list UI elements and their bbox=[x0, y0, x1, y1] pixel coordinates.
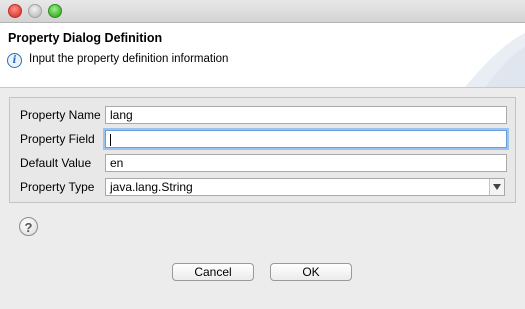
dialog-title: Property Dialog Definition bbox=[8, 31, 163, 45]
property-name-label: Property Name bbox=[20, 108, 101, 122]
dropdown-button[interactable] bbox=[489, 179, 504, 195]
ok-button[interactable]: OK bbox=[270, 263, 352, 281]
default-value-label: Default Value bbox=[20, 156, 92, 170]
header-banner-graphic bbox=[465, 33, 525, 87]
close-window-button[interactable] bbox=[8, 4, 22, 18]
chevron-down-icon bbox=[493, 184, 501, 190]
text-caret bbox=[110, 133, 111, 146]
dialog-window: Property Dialog Definition i Input the p… bbox=[0, 0, 525, 309]
cancel-button[interactable]: Cancel bbox=[172, 263, 254, 281]
property-name-input[interactable]: lang bbox=[105, 106, 507, 124]
minimize-window-button[interactable] bbox=[28, 4, 42, 18]
property-field-label: Property Field bbox=[20, 132, 95, 146]
property-type-label: Property Type bbox=[20, 180, 95, 194]
maximize-window-button[interactable] bbox=[48, 4, 62, 18]
info-icon: i bbox=[7, 53, 22, 68]
property-type-select[interactable]: java.lang.String bbox=[105, 178, 505, 196]
property-field-input[interactable] bbox=[105, 130, 507, 148]
property-form-group: Property Name lang Property Field Defaul… bbox=[9, 97, 516, 203]
property-type-value: java.lang.String bbox=[110, 180, 193, 194]
dialog-message: Input the property definition informatio… bbox=[29, 53, 229, 65]
dialog-header: Property Dialog Definition i Input the p… bbox=[0, 23, 525, 88]
help-icon[interactable]: ? bbox=[19, 217, 38, 236]
title-bar bbox=[0, 0, 525, 23]
default-value-input[interactable]: en bbox=[105, 154, 507, 172]
